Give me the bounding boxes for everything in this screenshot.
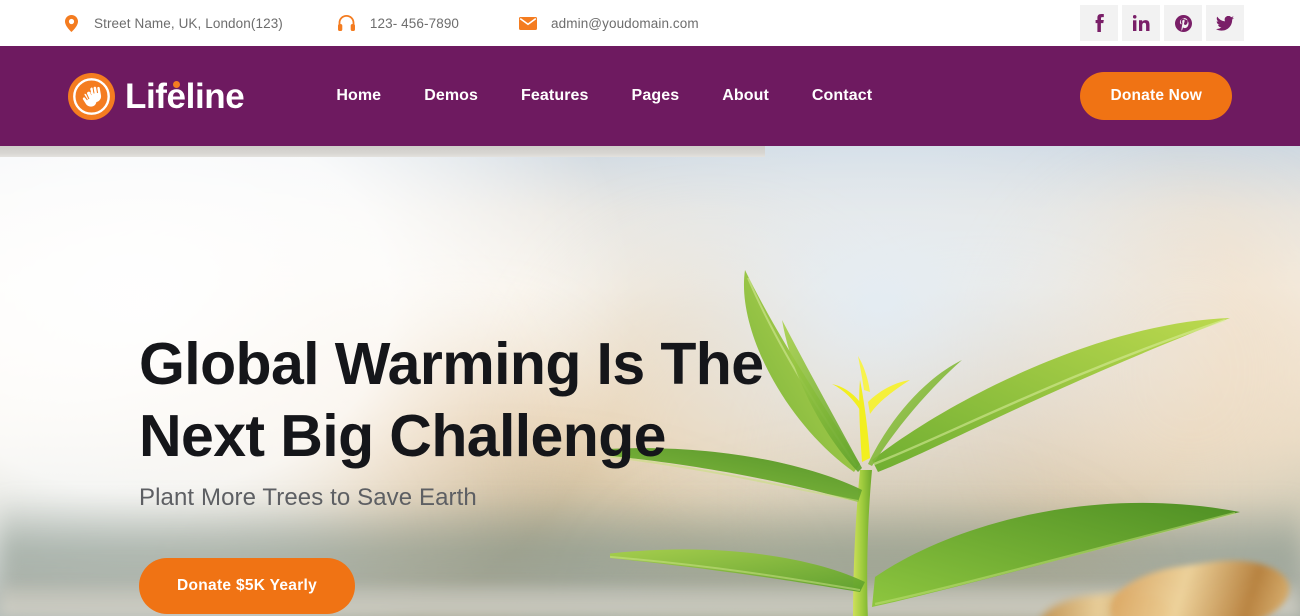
top-contact-bar: Street Name, UK, London(123) 123- 456-78… — [0, 0, 1300, 46]
main-header: Lifeline Home Demos Features Pages About… — [0, 46, 1300, 146]
twitter-icon[interactable] — [1206, 5, 1244, 41]
nav-item-contact[interactable]: Contact — [812, 87, 872, 105]
logo-accent-dot — [173, 80, 180, 88]
map-pin-icon — [62, 14, 80, 32]
envelope-icon — [519, 14, 538, 32]
logo-text: Lifeline — [125, 76, 245, 116]
nav-item-pages[interactable]: Pages — [632, 87, 680, 105]
page-root: Street Name, UK, London(123) 123- 456-78… — [0, 0, 1300, 616]
headphones-icon — [338, 14, 356, 32]
hero-copy-block: Global Warming Is The Next Big Challenge… — [139, 328, 764, 614]
donate-yearly-button[interactable]: Donate $5K Yearly — [139, 558, 356, 614]
hero-title-line-2: Next Big Challenge — [139, 403, 666, 469]
hero-section: Global Warming Is The Next Big Challenge… — [0, 146, 1300, 616]
pinterest-icon[interactable] — [1164, 5, 1202, 41]
header-bottom-strip — [0, 146, 765, 157]
topbar-phone-text: 123- 456-7890 — [369, 15, 460, 31]
nav-item-about[interactable]: About — [722, 87, 769, 105]
linkedin-icon[interactable] — [1122, 5, 1160, 41]
facebook-icon[interactable] — [1080, 5, 1118, 41]
main-nav: Home Demos Features Pages About Contact — [336, 87, 872, 105]
page-title: Global Warming Is The Next Big Challenge — [139, 328, 764, 472]
hero-title-line-1: Global Warming Is The — [139, 331, 764, 397]
nav-item-features[interactable]: Features — [521, 87, 589, 105]
topbar-address-text: Street Name, UK, London(123) — [94, 15, 283, 31]
topbar-email-text: admin@youdomain.com — [551, 15, 699, 31]
topbar-email: admin@youdomain.com — [519, 0, 699, 46]
topbar-address: Street Name, UK, London(123) — [62, 0, 283, 46]
logo-wordmark: Lifeline — [125, 76, 245, 116]
nav-item-home[interactable]: Home — [336, 87, 381, 105]
donate-now-button[interactable]: Donate Now — [1080, 72, 1232, 120]
nav-item-demos[interactable]: Demos — [424, 87, 478, 105]
site-logo[interactable]: Lifeline — [68, 72, 245, 120]
social-links — [1080, 5, 1244, 41]
helping-hands-icon — [68, 72, 115, 120]
hero-subtitle: Plant More Trees to Save Earth — [139, 484, 477, 511]
topbar-phone: 123- 456-7890 — [338, 0, 459, 46]
